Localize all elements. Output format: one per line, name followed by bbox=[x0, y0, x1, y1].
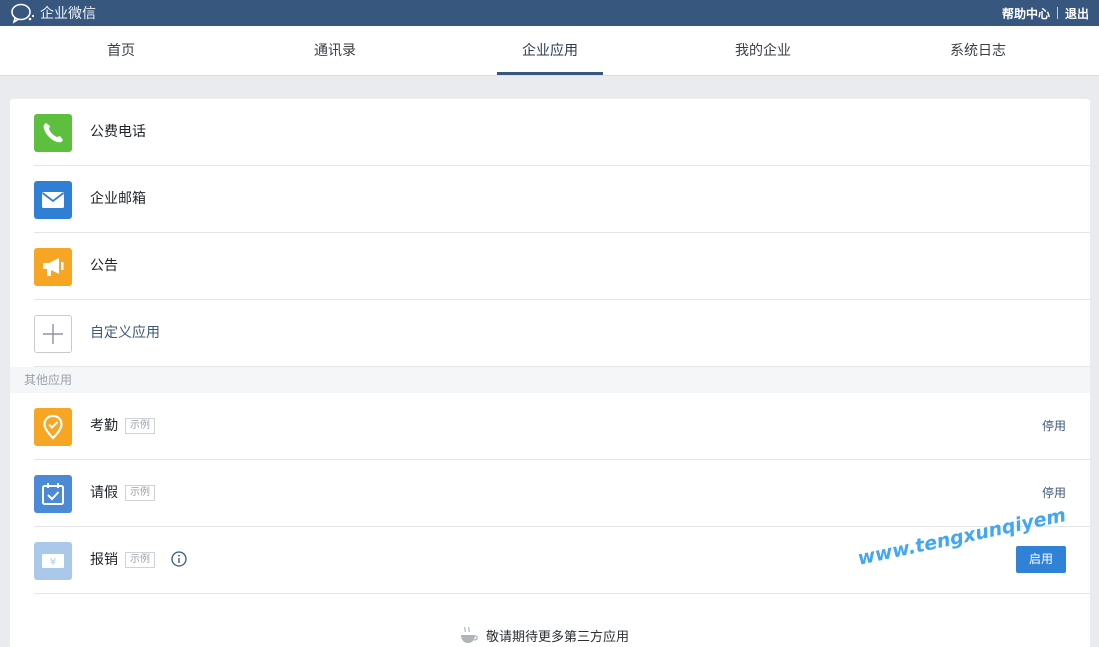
svg-text:¥: ¥ bbox=[50, 557, 56, 568]
tab-system-log[interactable]: 系统日志 bbox=[871, 26, 1085, 76]
app-name: 考勤 bbox=[90, 418, 118, 434]
more-apps-note: 敬请期待更多第三方应用 bbox=[458, 623, 629, 647]
calendar-check-icon bbox=[34, 475, 72, 513]
app-row-announcement[interactable]: 公告 bbox=[34, 233, 1090, 300]
brand-name: 企业微信 bbox=[40, 6, 96, 22]
app-row-mail[interactable]: 企业邮箱 bbox=[34, 166, 1090, 233]
other-apps-heading: 其他应用 bbox=[10, 367, 1090, 393]
example-tag: 示例 bbox=[125, 552, 155, 568]
app-row-phone[interactable]: 公费电话 bbox=[34, 99, 1090, 166]
more-apps-text: 敬请期待更多第三方应用 bbox=[486, 629, 630, 645]
example-tag: 示例 bbox=[125, 485, 155, 501]
app-row-custom[interactable]: 自定义应用 bbox=[34, 300, 1090, 367]
active-tab-indicator bbox=[497, 72, 603, 75]
disable-button[interactable]: 停用 bbox=[1042, 393, 1066, 459]
phone-icon bbox=[34, 114, 72, 152]
wework-logo-icon bbox=[10, 2, 36, 24]
app-name: 请假 bbox=[90, 485, 118, 501]
custom-app-label: 自定义应用 bbox=[90, 325, 160, 341]
tab-my-enterprise[interactable]: 我的企业 bbox=[656, 26, 870, 76]
apps-panel: 公费电话 企业邮箱 公告 自定义应用 其他应用 考勤 示例 停用 请假 示例 停… bbox=[10, 99, 1090, 647]
logout-link[interactable]: 退出 bbox=[1065, 5, 1089, 22]
app-row-attendance[interactable]: 考勤 示例 停用 bbox=[34, 393, 1090, 460]
help-center-link[interactable]: 帮助中心 bbox=[1002, 5, 1050, 22]
enable-button[interactable]: 启用 bbox=[1016, 546, 1066, 573]
coffee-cup-icon bbox=[461, 626, 478, 643]
top-links: 帮助中心 退出 bbox=[1002, 0, 1089, 26]
app-row-leave[interactable]: 请假 示例 停用 bbox=[34, 460, 1090, 527]
app-name: 企业邮箱 bbox=[90, 191, 146, 207]
app-name: 公费电话 bbox=[90, 124, 146, 140]
brand[interactable]: 企业微信 bbox=[10, 2, 96, 24]
tab-contacts[interactable]: 通讯录 bbox=[228, 26, 442, 76]
example-tag: 示例 bbox=[125, 418, 155, 434]
tab-home[interactable]: 首页 bbox=[14, 26, 228, 76]
yuan-receipt-icon: ¥ bbox=[34, 542, 72, 580]
app-name: 报销 bbox=[90, 552, 118, 568]
megaphone-icon bbox=[34, 248, 72, 286]
app-name: 公告 bbox=[90, 258, 118, 274]
mail-icon bbox=[34, 181, 72, 219]
divider bbox=[1056, 7, 1058, 19]
info-icon[interactable] bbox=[171, 551, 187, 567]
top-bar: 企业微信 帮助中心 退出 bbox=[0, 0, 1099, 26]
location-check-icon bbox=[34, 408, 72, 446]
main-nav: 首页 通讯录 企业应用 我的企业 系统日志 bbox=[0, 26, 1099, 76]
tab-enterprise-apps[interactable]: 企业应用 bbox=[443, 26, 657, 76]
plus-icon bbox=[34, 315, 72, 353]
